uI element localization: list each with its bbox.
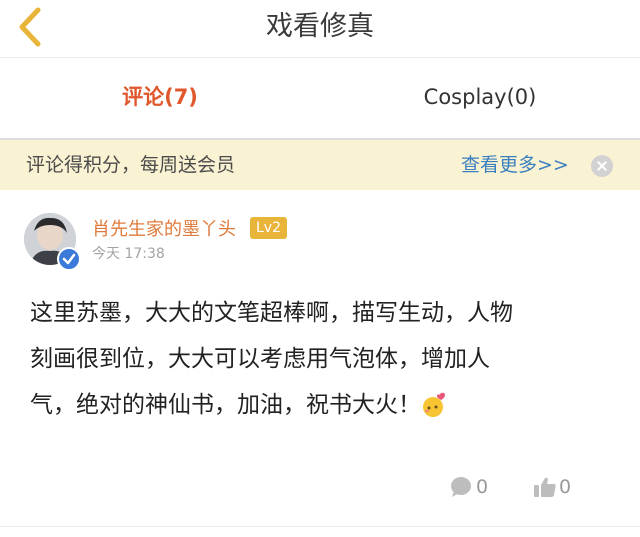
comment-line: 气，绝对的神仙书，加油，祝书大火！ [30,382,610,428]
like-button[interactable]: 0 [533,472,571,502]
divider [0,526,640,527]
thumbs-up-icon [534,477,556,497]
comment-line: 这里苏墨，大大的文笔超棒啊，描写生动，人物 [30,300,513,326]
close-icon[interactable] [591,155,613,177]
banner-text: 评论得积分，每周送会员 [26,154,236,176]
comment-item: 肖先生家的墨丫头 Lv2 今天 17:38 这里苏墨，大大的文笔超棒啊，描写生动… [0,190,640,537]
tab-bar: 评论(7) Cosplay(0) [0,58,640,140]
username[interactable]: 肖先生家的墨丫头 [92,215,236,241]
page-title: 戏看修真 [266,11,374,42]
comment-text: 这里苏墨，大大的文笔超棒啊，描写生动，人物 刻画很到位，大大可以考虑用气泡体，增… [30,290,610,428]
comment-line-text: 气，绝对的神仙书，加油，祝书大火！ [30,392,421,418]
speech-bubble-icon [451,477,471,497]
reply-count: 0 [476,476,489,498]
top-bar: 戏看修真 [0,0,640,58]
timestamp: 今天 17:38 [92,246,165,262]
like-count: 0 [559,476,572,498]
comment-actions: 0 0 [0,472,640,502]
view-more-link[interactable]: 查看更多>> [461,140,569,190]
comment-line: 刻画很到位，大大可以考虑用气泡体，增加人 [30,346,490,372]
verified-badge-icon [57,247,81,271]
promo-banner: 评论得积分，每周送会员 查看更多>> [0,140,640,190]
level-badge: Lv2 [250,217,287,239]
tab-comments[interactable]: 评论(7) [0,58,320,136]
blushing-emoji-icon [423,392,445,417]
tab-cosplay[interactable]: Cosplay(0) [320,58,640,136]
reply-button[interactable]: 0 [450,472,488,502]
